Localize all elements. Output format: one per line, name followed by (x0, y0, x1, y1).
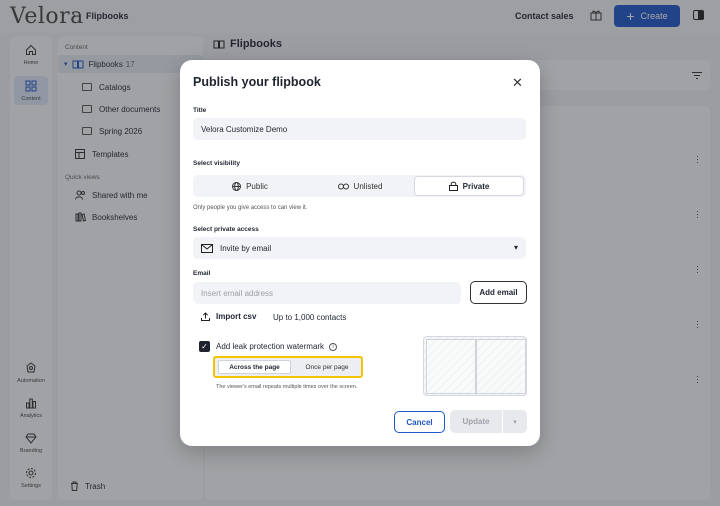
import-csv-button[interactable]: Import csv (201, 312, 256, 321)
watermark-label: Add leak protection watermark (216, 342, 325, 351)
globe-icon (232, 181, 242, 191)
email-placeholder: Insert email address (201, 288, 274, 298)
title-field[interactable]: Velora Customize Demo (193, 118, 526, 140)
import-csv-label: Import csv (216, 312, 257, 321)
watermark-hint: The viewer's email repeats multiple time… (216, 384, 358, 390)
close-icon[interactable]: ✕ (512, 76, 523, 89)
watermark-mode-selector: Across the page Once per page (213, 356, 363, 378)
visibility-option-label: Private (462, 181, 490, 191)
watermark-option-once-per-page[interactable]: Once per page (293, 360, 361, 374)
watermark-option: Add leak protection watermark i (216, 342, 338, 351)
update-button[interactable]: Update (450, 410, 502, 433)
link-icon (337, 183, 349, 189)
watermark-preview (423, 336, 527, 396)
title-field-value: Velora Customize Demo (201, 124, 288, 134)
update-options-chevron-icon[interactable]: ▾ (503, 410, 527, 433)
email-label: Email (193, 270, 211, 277)
info-icon[interactable]: i (329, 342, 338, 351)
envelope-icon (201, 243, 213, 253)
publish-dialog: Publish your flipbook ✕ Title Velora Cus… (180, 60, 540, 446)
visibility-option-label: Unlisted (353, 181, 383, 191)
add-email-button[interactable]: Add email (470, 281, 527, 304)
visibility-option-public[interactable]: Public (195, 176, 305, 196)
contacts-limit: Up to 1,000 contacts (273, 313, 347, 322)
visibility-label: Select visibility (193, 160, 240, 167)
private-access-label: Select private access (193, 226, 259, 233)
preview-page-left (426, 339, 476, 394)
title-label: Title (193, 107, 207, 114)
visibility-hint: Only people you give access to can view … (193, 205, 308, 211)
visibility-option-unlisted[interactable]: Unlisted (305, 176, 415, 196)
cancel-button[interactable]: Cancel (394, 411, 445, 433)
email-input[interactable]: Insert email address (193, 282, 461, 304)
chevron-down-icon: ▾ (513, 243, 518, 252)
private-access-select[interactable]: Invite by email ▾ (193, 237, 526, 259)
preview-page-right (476, 339, 526, 394)
watermark-option-across-page[interactable]: Across the page (218, 360, 291, 374)
visibility-option-private[interactable]: Private (414, 176, 524, 196)
private-access-value: Invite by email (220, 243, 272, 253)
dialog-title: Publish your flipbook (193, 75, 321, 89)
visibility-selector: Public Unlisted Private (193, 175, 526, 197)
visibility-option-label: Public (246, 181, 268, 191)
upload-icon (201, 312, 210, 321)
watermark-checkbox[interactable]: ✓ (199, 341, 210, 352)
lock-icon (448, 181, 458, 191)
